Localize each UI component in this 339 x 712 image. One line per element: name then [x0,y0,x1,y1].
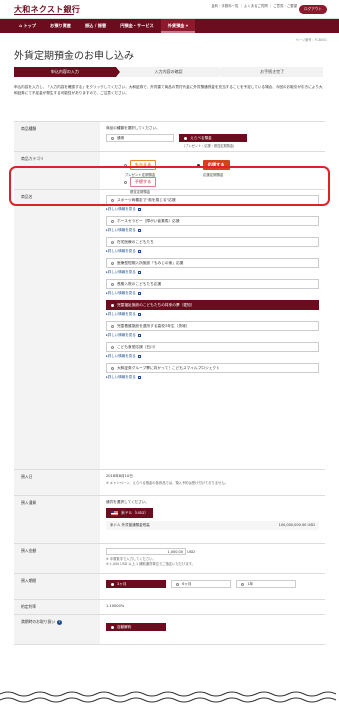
product-type-erabel[interactable]: えらべる預金 [179,134,248,142]
external-link-icon [137,291,141,295]
currency-balance: 米ドル 外貨普通預金残高 100,000,000.00 USD [106,521,319,530]
period-1y[interactable]: 1年 [236,580,297,588]
step-confirm: 入力内容の確認 [117,67,224,77]
product-type-sub: (プレゼント・応援・懸賞定期預金) [184,144,235,148]
currency-usd-button[interactable]: 米ドル（USD） [106,508,154,518]
nav-top[interactable]: ⌂ トップ [12,19,43,33]
product-name-label: 商品名 [14,190,100,469]
deposit-date-value: 2018年8月10日 [106,474,133,478]
deposit-date-note: ※ キャンペーン、えらべる預金の各商品では、預入予約は受け付けておりません。 [106,481,228,485]
logo-underline [14,14,74,15]
more-info-link[interactable]: ▸詳しい情報を見る [106,354,319,359]
rate-label: 約定利率 [14,600,100,614]
more-info-link[interactable]: ▸詳しい情報を見る [106,333,319,338]
maturity-label-wrap: 満期時のお取り扱い? [14,615,100,644]
period-6m[interactable]: 6ヶ月 [171,580,232,588]
us-flag-icon [111,510,118,516]
external-link-icon [137,333,141,337]
radio-dot-icon [111,324,114,328]
category-highlight-box [9,166,330,206]
row-product-type: 商品種類 商品の種類を選択してください。 通常 えらべる預金 (プレゼント・応援… [14,122,325,152]
maturity-auto-cancel[interactable]: 自動解約 [106,623,166,631]
more-info-link[interactable]: ▸詳しい情報を見る [106,291,319,296]
page-title: 外貨定期預金のお申し込み [14,51,134,62]
row-maturity: 満期時のお取り扱い? 自動解約 [14,615,325,645]
more-info-link[interactable]: ▸詳しい情報を見る [106,249,319,254]
row-deposit-date: 預入日 2018年8月10日 ※ キャンペーン、えらべる預金の各商品では、預入予… [14,470,325,496]
product-type-normal[interactable]: 通常 [106,134,174,142]
step-complete: お手続き完了 [221,67,324,77]
radio-dot-icon [176,582,180,586]
product-type-hint: 商品の種類を選択してください。 [106,126,160,130]
nav-yen-deposit[interactable]: 円預金・サービス [113,19,161,33]
external-link-icon [137,354,141,358]
amount-input[interactable]: 1,000.00 [106,548,186,555]
intro-text: 申込内容を入力し、「入力内容を確認する」をクリックしてください。大和証券で、外貨… [14,85,323,95]
radio-dot-icon [111,282,114,286]
main-nav: ⌂ トップ お預り資産 振込 / 振替 円預金・サービス 外貨預金 ▾ [0,19,339,33]
more-info-link[interactable]: ▸詳しい情報を見る [106,312,319,317]
logout-button[interactable]: ログアウト [299,5,327,14]
page-number: ページ番号：FCB001 [295,38,327,42]
rate-value: 1.10000% [106,604,125,608]
row-product-name: 商品名 スポーツ両義定で"風を感じる"応援 ▸詳しい情報を見る ホースセラピー（… [14,190,325,470]
header-links[interactable]: 金利・手数料一覧 ｜ よくあるご質問 ｜ ご意見・ご要望 [211,3,297,8]
external-link-icon [137,270,141,274]
radio-dot-icon [111,366,114,370]
period-3m[interactable]: 3ヶ月 [106,580,166,588]
amount-unit: USD [187,550,195,554]
radio-dot-icon [111,261,114,265]
amount-note-2: ※ 1,000 USD 以上 1 補助通貨単位でご指定いただけます。 [106,561,195,566]
maturity-label: 満期時のお取り扱い [21,619,56,624]
radio-dot-icon [111,345,114,349]
external-link-icon [137,312,141,316]
radio-dot-icon [111,219,114,223]
product-option[interactable]: 医療型短期入所施設「もみじの家」応援 [106,258,319,268]
radio-dot-icon [111,625,114,629]
product-option[interactable]: 在宅医療のこどもたち [106,237,319,247]
product-option[interactable]: 大和証券グループ夢に向かって！こどもスマイルプロジェクト [106,363,319,373]
row-amount: 預入金額 1,000.00 USD ※ 半角数字で入力してください。 ※ 1,0… [14,544,325,574]
more-info-link[interactable]: ▸詳しい情報を見る [106,207,319,212]
torn-edge-decoration [0,691,339,712]
nav-transfer[interactable]: 振込 / 振替 [78,19,113,33]
amount-label: 預入金額 [14,544,100,573]
radio-dot-icon [111,303,114,307]
nav-assets[interactable]: お預り資産 [43,19,78,33]
external-link-icon [137,207,141,211]
help-icon[interactable]: ? [57,620,63,625]
row-period: 預入期間 3ヶ月 6ヶ月 1年 [14,574,325,600]
external-link-icon [137,375,141,379]
site-header: 大和ネクスト銀行 金利・手数料一覧 ｜ よくあるご質問 ｜ ご意見・ご要望 ログ… [0,0,339,19]
more-info-link[interactable]: ▸詳しい情報を見る [106,228,319,233]
progress-steps: 申込内容の入力 入力内容の確認 お手続き完了 [14,67,325,77]
deposit-date-label: 預入日 [14,470,100,495]
more-info-link[interactable]: ▸詳しい情報を見る [106,375,319,380]
more-info-link[interactable]: ▸詳しい情報を見る [106,270,319,275]
currency-hint: 通貨を選択してください。 [106,500,149,504]
period-label: 預入期間 [14,574,100,599]
product-option-selected[interactable]: 児童福祉施設のこどもたちの将来の夢（愛知） [106,300,319,310]
radio-dot-icon [111,136,114,140]
product-option[interactable]: こども食堂応援（石川） [106,342,319,352]
currency-label: 預入通貨 [14,496,100,543]
external-link-icon [137,249,141,253]
product-option[interactable]: 児童養護施設を退所する高校3年生（茨城） [106,321,319,331]
row-rate: 約定利率 1.10000% [14,600,325,615]
product-option[interactable]: ホースセラピー（障がい者乗馬）応援 [106,216,319,226]
product-type-label: 商品種類 [14,122,100,151]
radio-dot-icon [111,240,114,244]
nav-foreign-deposit[interactable]: 外貨預金 ▾ [160,19,196,33]
radio-dot-icon [184,136,188,140]
external-link-icon [137,228,141,232]
radio-dot-icon [241,582,245,586]
radio-dot-icon [111,582,114,586]
step-input: 申込内容の入力 [14,67,120,77]
product-option[interactable]: 長期入院のこどもたち応援 [106,279,319,289]
row-currency: 預入通貨 通貨を選択してください。 米ドル（USD） 米ドル 外貨普通預金残高 1… [14,496,325,544]
